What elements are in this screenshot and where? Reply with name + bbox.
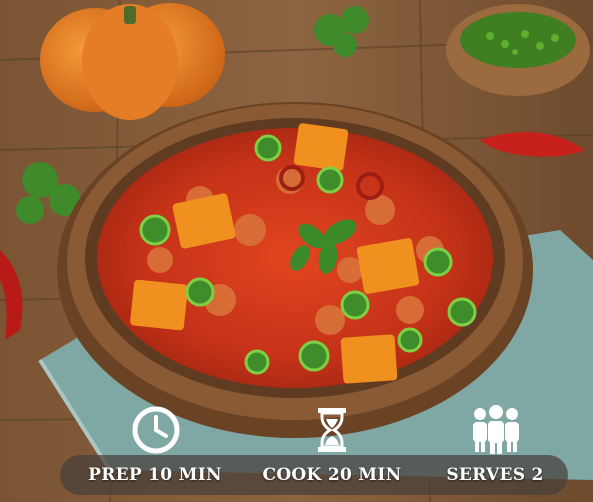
people-icon bbox=[470, 405, 522, 455]
herb-bowl bbox=[446, 4, 590, 96]
cook-time: COOK 20 MIN bbox=[250, 455, 414, 495]
servings: SERVES 2 bbox=[430, 455, 560, 495]
recipe-card: PREP 10 MIN COOK 20 MIN SERVES 2 bbox=[0, 0, 593, 502]
servings-label: SERVES 2 bbox=[446, 465, 544, 485]
clock-icon bbox=[131, 405, 181, 455]
prep-time: PREP 10 MIN bbox=[80, 455, 230, 495]
hourglass-icon bbox=[316, 407, 348, 453]
prep-time-label: PREP 10 MIN bbox=[88, 465, 222, 485]
cook-time-label: COOK 20 MIN bbox=[262, 465, 402, 485]
